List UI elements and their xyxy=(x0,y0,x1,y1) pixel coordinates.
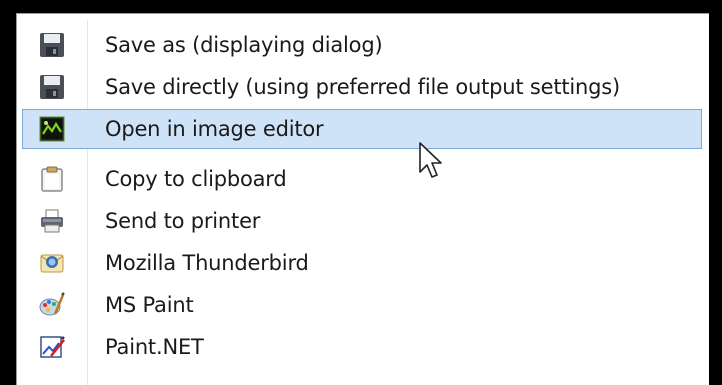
image-editor-icon xyxy=(39,116,65,142)
menu-item-label: Open in image editor xyxy=(105,117,324,141)
screen-backdrop: Save as (displaying dialog) Save directl… xyxy=(0,0,722,385)
menu-item-paint-net[interactable]: Paint.NET xyxy=(22,327,702,367)
menu-item-mozilla-thunderbird[interactable]: Mozilla Thunderbird xyxy=(22,243,702,283)
menu-item-label: Mozilla Thunderbird xyxy=(105,251,309,275)
menu-item-label: Send to printer xyxy=(105,209,261,233)
menu-item-label: Save directly (using preferred file outp… xyxy=(105,75,621,99)
menu-item-copy-to-clipboard[interactable]: Copy to clipboard xyxy=(22,159,702,199)
menu-item-save-directly[interactable]: Save directly (using preferred file outp… xyxy=(22,67,702,107)
paint-net-icon xyxy=(39,334,65,360)
menu-item-ms-paint[interactable]: MS Paint xyxy=(22,285,702,325)
ms-paint-palette-icon xyxy=(39,292,65,318)
menu-item-open-in-image-editor[interactable]: Open in image editor xyxy=(22,109,702,149)
menu-item-label: Copy to clipboard xyxy=(105,167,287,191)
thunderbird-icon xyxy=(39,250,65,276)
menu-item-save-as[interactable]: Save as (displaying dialog) xyxy=(22,25,702,65)
menu-item-label: Save as (displaying dialog) xyxy=(105,33,383,57)
floppy-disk-icon xyxy=(39,74,65,100)
menu-item-send-to-printer[interactable]: Send to printer xyxy=(22,201,702,241)
mouse-pointer-icon xyxy=(418,142,444,182)
clipboard-icon xyxy=(39,166,65,192)
printer-icon xyxy=(39,208,65,234)
floppy-disk-icon xyxy=(39,32,65,58)
context-menu: Save as (displaying dialog) Save directl… xyxy=(16,13,709,385)
menu-item-label: Paint.NET xyxy=(105,335,204,359)
menu-item-label: MS Paint xyxy=(105,293,194,317)
